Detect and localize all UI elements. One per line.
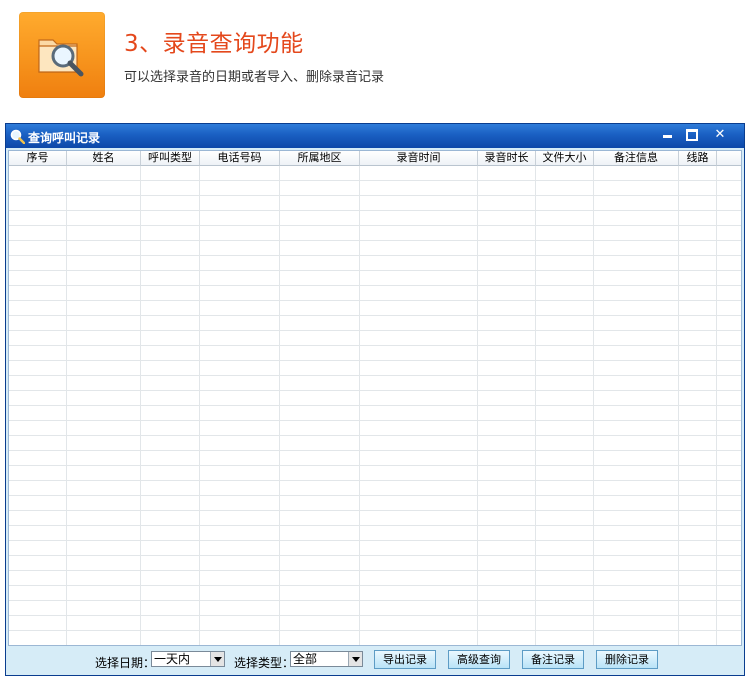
column-divider — [477, 166, 478, 645]
col-header-phone[interactable]: 电话号码 — [200, 151, 280, 166]
col-header-filler — [717, 151, 741, 166]
type-select-value: 全部 — [293, 652, 318, 666]
column-divider — [716, 166, 717, 645]
export-records-button[interactable]: 导出记录 — [374, 650, 436, 669]
col-header-call-type[interactable]: 呼叫类型 — [141, 151, 200, 166]
minimize-icon — [662, 135, 672, 138]
minimize-button[interactable] — [657, 126, 677, 144]
col-header-file-size[interactable]: 文件大小 — [536, 151, 594, 166]
query-call-records-window: 查询呼叫记录 ✕ 序号 姓名 呼叫类型 电话号码 所属地区 录音时间 录音时长 … — [5, 123, 745, 676]
section-title: 3、录音查询功能 — [124, 31, 304, 57]
section-subtitle: 可以选择录音的日期或者导入、删除录音记录 — [124, 70, 385, 85]
remark-records-button[interactable]: 备注记录 — [522, 650, 584, 669]
column-divider — [140, 166, 141, 645]
col-header-region[interactable]: 所属地区 — [280, 151, 360, 166]
bottom-toolbar: 选择日期： 一天内 选择类型： 全部 导出记录 高级查询 备注记录 删除记录 — [6, 646, 744, 675]
column-divider — [279, 166, 280, 645]
column-divider — [359, 166, 360, 645]
dropdown-arrow-icon[interactable] — [210, 652, 224, 666]
column-divider — [678, 166, 679, 645]
col-header-duration[interactable]: 录音时长 — [478, 151, 536, 166]
maximize-icon — [686, 129, 698, 141]
window-title: 查询呼叫记录 — [28, 131, 101, 145]
date-select-value: 一天内 — [154, 652, 191, 666]
records-table[interactable]: 序号 姓名 呼叫类型 电话号码 所属地区 录音时间 录音时长 文件大小 备注信息… — [8, 150, 742, 646]
magnifier-icon — [10, 129, 25, 144]
delete-records-button[interactable]: 删除记录 — [596, 650, 658, 669]
col-header-line[interactable]: 线路 — [679, 151, 717, 166]
col-header-name[interactable]: 姓名 — [67, 151, 141, 166]
col-header-record-time[interactable]: 录音时间 — [360, 151, 478, 166]
advanced-query-button[interactable]: 高级查询 — [448, 650, 510, 669]
window-titlebar[interactable]: 查询呼叫记录 ✕ — [6, 124, 744, 148]
dropdown-arrow-icon[interactable] — [348, 652, 362, 666]
date-select[interactable]: 一天内 — [151, 651, 225, 667]
table-body[interactable] — [9, 166, 741, 645]
col-header-index[interactable]: 序号 — [9, 151, 67, 166]
column-divider — [199, 166, 200, 645]
column-divider — [66, 166, 67, 645]
type-label: 选择类型： — [234, 656, 295, 670]
close-icon: ✕ — [714, 127, 726, 142]
folder-search-icon — [19, 12, 105, 98]
close-button[interactable]: ✕ — [710, 126, 730, 144]
column-divider — [535, 166, 536, 645]
column-divider — [593, 166, 594, 645]
maximize-button[interactable] — [682, 126, 702, 144]
date-label: 选择日期： — [95, 656, 156, 670]
type-select[interactable]: 全部 — [290, 651, 363, 667]
col-header-remark[interactable]: 备注信息 — [594, 151, 679, 166]
